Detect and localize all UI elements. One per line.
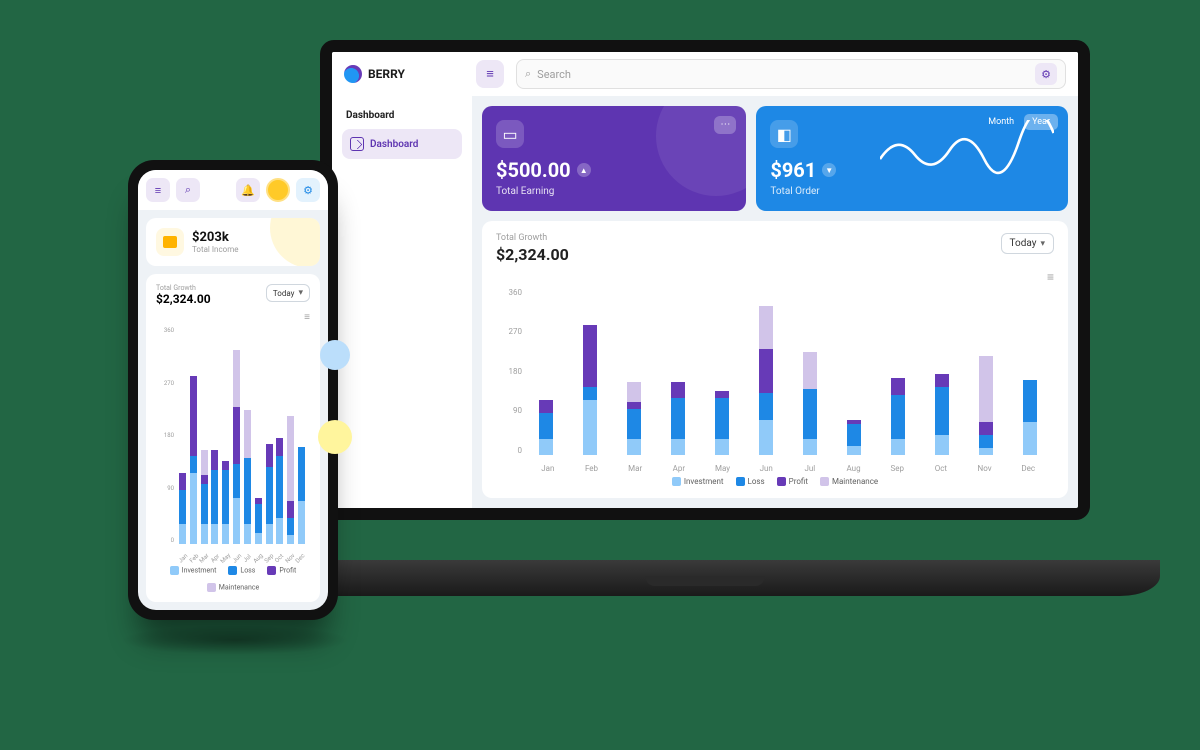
chart-legend: Investment Loss Profit Maintenance: [156, 566, 310, 592]
dashboard-app: BERRY ≡ ⌕ Search ⚙ Dashboard Dashboard: [332, 52, 1078, 508]
card-menu-button[interactable]: ⋯: [714, 116, 736, 134]
menu-toggle-button[interactable]: ≡: [146, 178, 170, 202]
period-dropdown[interactable]: Today: [1001, 233, 1054, 254]
search-placeholder: Search: [537, 68, 571, 81]
filter-icon[interactable]: ⚙: [1035, 63, 1057, 85]
total-earning-card: ⋯ ▭ $500.00▲ Total Earning: [482, 106, 746, 211]
chart-header: Total Growth $2,324.00 Today: [496, 233, 1054, 264]
menu-toggle-button[interactable]: ≡: [476, 60, 504, 88]
order-value: $961▼: [770, 158, 880, 182]
summary-cards: ⋯ ▭ $500.00▲ Total Earning Month Year: [482, 106, 1068, 211]
phone-screen: ≡ ⌕ 🔔 ⚙ $203k Total Income Total Growth …: [138, 170, 328, 610]
total-order-card: Month Year ◧ $961▼ Total Order: [756, 106, 1068, 211]
order-sparkline: [880, 120, 1054, 197]
topbar: BERRY ≡ ⌕ Search ⚙: [332, 52, 1078, 96]
laptop-screen: BERRY ≡ ⌕ Search ⚙ Dashboard Dashboard: [320, 40, 1090, 520]
sidebar: Dashboard Dashboard: [332, 96, 472, 508]
phone-frame: ≡ ⌕ 🔔 ⚙ $203k Total Income Total Growth …: [128, 160, 338, 620]
user-avatar[interactable]: [266, 178, 290, 202]
income-label: Total Income: [192, 245, 238, 254]
chart-legend: Investment Loss Profit Maintenance: [496, 477, 1054, 486]
search-input[interactable]: ⌕ Search ⚙: [516, 59, 1066, 89]
notifications-icon[interactable]: 🔔: [236, 178, 260, 202]
decorative-blob: [320, 340, 328, 370]
bag-icon: ◧: [770, 120, 798, 148]
income-value: $203k: [192, 230, 238, 245]
dashboard-icon: [350, 137, 364, 151]
trend-up-icon: ▲: [577, 163, 591, 177]
phone-growth-chart-card: Total Growth $2,324.00 Today ≡ 360270180…: [146, 274, 320, 602]
settings-icon[interactable]: ⚙: [296, 178, 320, 202]
sidebar-item-dashboard[interactable]: Dashboard: [342, 129, 462, 159]
growth-chart: 360270180900JanFebMarAprMayJunJulAugSepO…: [156, 327, 310, 562]
chart-menu-icon[interactable]: ≡: [296, 312, 310, 323]
chart-amount: $2,324.00: [156, 292, 211, 306]
chart-menu-icon[interactable]: ≡: [1040, 270, 1054, 284]
logo-icon: [344, 65, 362, 83]
brand-name: BERRY: [368, 67, 405, 81]
main-content: ⋯ ▭ $500.00▲ Total Earning Month Year: [472, 96, 1078, 508]
chart-title: Total Growth: [496, 233, 569, 243]
growth-chart: 360270180900JanFebMarAprMayJunJulAugSepO…: [496, 288, 1054, 473]
total-income-card: $203k Total Income: [146, 218, 320, 266]
phone-topbar: ≡ ⌕ 🔔 ⚙: [138, 170, 328, 210]
period-dropdown[interactable]: Today: [266, 284, 310, 302]
laptop-base: [250, 560, 1160, 596]
search-icon: ⌕: [525, 67, 531, 81]
app-body: Dashboard Dashboard ⋯ ▭ $500: [332, 96, 1078, 508]
trend-down-icon: ▼: [822, 163, 836, 177]
order-label: Total Order: [770, 186, 880, 197]
brand-logo: BERRY: [344, 65, 464, 83]
sidebar-item-label: Dashboard: [370, 139, 418, 150]
income-icon: [156, 228, 184, 256]
sidebar-heading: Dashboard: [346, 110, 462, 121]
chart-amount: $2,324.00: [496, 245, 569, 264]
wallet-icon: ▭: [496, 120, 524, 148]
growth-chart-card: Total Growth $2,324.00 Today ≡ 360270180…: [482, 221, 1068, 498]
earning-label: Total Earning: [496, 186, 732, 197]
laptop-frame: BERRY ≡ ⌕ Search ⚙ Dashboard Dashboard: [320, 40, 1090, 570]
search-icon[interactable]: ⌕: [176, 178, 200, 202]
chart-title: Total Growth: [156, 284, 211, 292]
